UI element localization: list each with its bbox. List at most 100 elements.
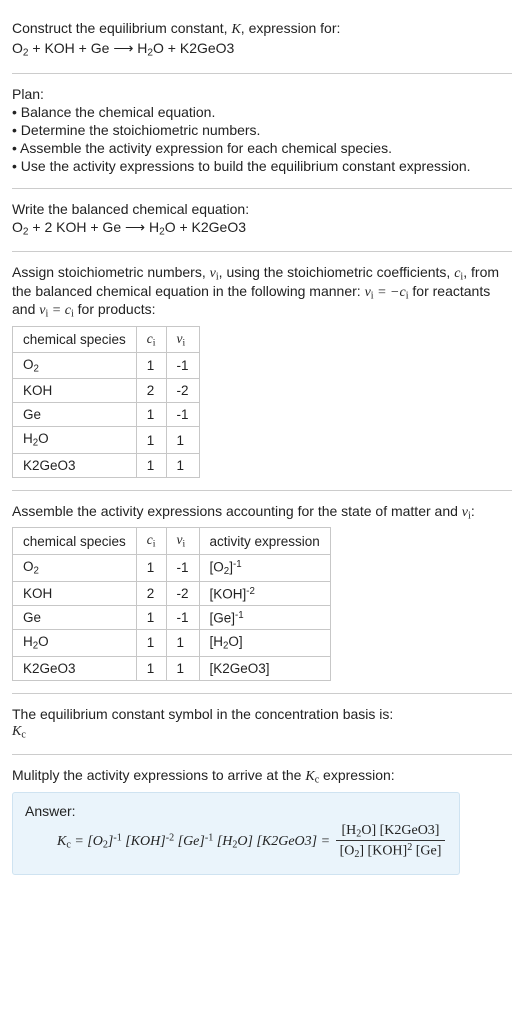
- stoich-table: chemical species ci νi O21-1 KOH2-2 Ge1-…: [12, 326, 200, 478]
- kc-symbol: Kc: [12, 724, 512, 741]
- cell-c: 1: [136, 554, 166, 581]
- kc-denominator: [O2] [KOH]2 [Ge]: [336, 841, 446, 860]
- cell-c: 1: [136, 453, 166, 477]
- answer-section: Mulitply the activity expressions to arr…: [12, 755, 512, 887]
- cell-expr: [H2O]: [199, 630, 330, 656]
- balanced-section: Write the balanced chemical equation: O2…: [12, 189, 512, 253]
- cell-v: -2: [166, 379, 199, 403]
- multiply-heading-a: Mulitply the activity expressions to arr…: [12, 767, 305, 783]
- cell-species: K2GeO3: [13, 656, 137, 680]
- cell-species: H2O: [13, 427, 137, 453]
- multiply-heading: Mulitply the activity expressions to arr…: [12, 767, 512, 786]
- cell-c: 1: [136, 656, 166, 680]
- plan-heading: Plan:: [12, 86, 512, 102]
- nu-eq-c: νi = ci: [39, 303, 74, 318]
- cell-species: Ge: [13, 403, 137, 427]
- cell-v: 1: [166, 630, 199, 656]
- cell-c: 2: [136, 581, 166, 605]
- multiply-heading-b: expression:: [319, 767, 394, 783]
- col-expr: activity expression: [199, 528, 330, 554]
- cell-v: -1: [166, 403, 199, 427]
- cell-species: O2: [13, 554, 137, 581]
- plan-section: Plan: • Balance the chemical equation. •…: [12, 74, 512, 189]
- activity-section: Assemble the activity expressions accoun…: [12, 491, 512, 694]
- cell-c: 1: [136, 605, 166, 629]
- assign-section: Assign stoichiometric numbers, νi, using…: [12, 252, 512, 491]
- col-species: chemical species: [13, 528, 137, 554]
- cell-species: H2O: [13, 630, 137, 656]
- nu-i: νi: [210, 266, 219, 281]
- cell-species: KOH: [13, 581, 137, 605]
- table-row: K2GeO311: [13, 453, 200, 477]
- activity-heading-b: :: [471, 503, 475, 519]
- nu-eq-neg-c: νi = −ci: [365, 285, 409, 300]
- cell-c: 1: [136, 630, 166, 656]
- kc-fraction: [H2O] [K2GeO3] [O2] [KOH]2 [Ge]: [336, 823, 446, 861]
- assign-text-a: Assign stoichiometric numbers,: [12, 264, 210, 280]
- cell-species: Ge: [13, 605, 137, 629]
- col-ci: ci: [136, 528, 166, 554]
- balanced-heading: Write the balanced chemical equation:: [12, 201, 512, 217]
- table-header-row: chemical species ci νi activity expressi…: [13, 528, 331, 554]
- col-nui: νi: [166, 326, 199, 352]
- cell-v: -1: [166, 605, 199, 629]
- col-ci: ci: [136, 326, 166, 352]
- activity-heading: Assemble the activity expressions accoun…: [12, 503, 512, 522]
- table-row: H2O11[H2O]: [13, 630, 331, 656]
- symbol-section: The equilibrium constant symbol in the c…: [12, 694, 512, 756]
- table-row: KOH2-2: [13, 379, 200, 403]
- cell-species: O2: [13, 353, 137, 379]
- assign-text-e: for products:: [74, 301, 156, 317]
- table-row: H2O11: [13, 427, 200, 453]
- plan-item-4: • Use the activity expressions to build …: [12, 158, 512, 174]
- symbol-line1: The equilibrium constant symbol in the c…: [12, 706, 512, 722]
- kc-numerator: [H2O] [K2GeO3]: [336, 823, 446, 842]
- cell-expr: [O2]-1: [199, 554, 330, 581]
- cell-v: -2: [166, 581, 199, 605]
- unbalanced-equation: O2 + KOH + Ge ⟶ H2O + K2GeO3: [12, 40, 512, 59]
- cell-species: K2GeO3: [13, 453, 137, 477]
- cell-c: 2: [136, 379, 166, 403]
- cell-expr: [Ge]-1: [199, 605, 330, 629]
- table-row: Ge1-1: [13, 403, 200, 427]
- k-symbol: K: [231, 22, 240, 37]
- table-row: KOH2-2[KOH]-2: [13, 581, 331, 605]
- cell-v: -1: [166, 353, 199, 379]
- col-nui: νi: [166, 528, 199, 554]
- balanced-equation: O2 + 2 KOH + Ge ⟶ H2O + K2GeO3: [12, 219, 512, 238]
- assign-text: Assign stoichiometric numbers, νi, using…: [12, 264, 512, 320]
- table-row: K2GeO311[K2GeO3]: [13, 656, 331, 680]
- cell-c: 1: [136, 427, 166, 453]
- cell-v: 1: [166, 453, 199, 477]
- assign-text-b: , using the stoichiometric coefficients,: [219, 264, 455, 280]
- cell-c: 1: [136, 403, 166, 427]
- col-species: chemical species: [13, 326, 137, 352]
- question-line1: Construct the equilibrium constant, K, e…: [12, 20, 512, 38]
- cell-expr: [K2GeO3]: [199, 656, 330, 680]
- table-row: O21-1[O2]-1: [13, 554, 331, 581]
- activity-heading-a: Assemble the activity expressions accoun…: [12, 503, 462, 519]
- table-row: Ge1-1[Ge]-1: [13, 605, 331, 629]
- plan-item-2: • Determine the stoichiometric numbers.: [12, 122, 512, 138]
- cell-species: KOH: [13, 379, 137, 403]
- cell-v: -1: [166, 554, 199, 581]
- cell-expr: [KOH]-2: [199, 581, 330, 605]
- plan-item-3: • Assemble the activity expression for e…: [12, 140, 512, 156]
- nu-i-2: νi: [462, 505, 471, 520]
- kc-expression: Kc = [O2]-1 [KOH]-2 [Ge]-1 [H2O] [K2GeO3…: [57, 823, 447, 861]
- table-header-row: chemical species ci νi: [13, 326, 200, 352]
- c-i: ci: [454, 266, 463, 281]
- cell-c: 1: [136, 353, 166, 379]
- table-row: O21-1: [13, 353, 200, 379]
- kc-symbol-2: Kc: [305, 769, 319, 784]
- cell-v: 1: [166, 656, 199, 680]
- cell-v: 1: [166, 427, 199, 453]
- activity-table: chemical species ci νi activity expressi…: [12, 527, 331, 680]
- question-section: Construct the equilibrium constant, K, e…: [12, 8, 512, 74]
- answer-box: Answer: Kc = [O2]-1 [KOH]-2 [Ge]-1 [H2O]…: [12, 792, 460, 876]
- kc-lhs: Kc = [O2]-1 [KOH]-2 [Ge]-1 [H2O] [K2GeO3…: [57, 834, 334, 849]
- answer-label: Answer:: [25, 803, 447, 819]
- question-text-a: Construct the equilibrium constant,: [12, 20, 231, 36]
- question-text-b: , expression for:: [241, 20, 341, 36]
- plan-item-1: • Balance the chemical equation.: [12, 104, 512, 120]
